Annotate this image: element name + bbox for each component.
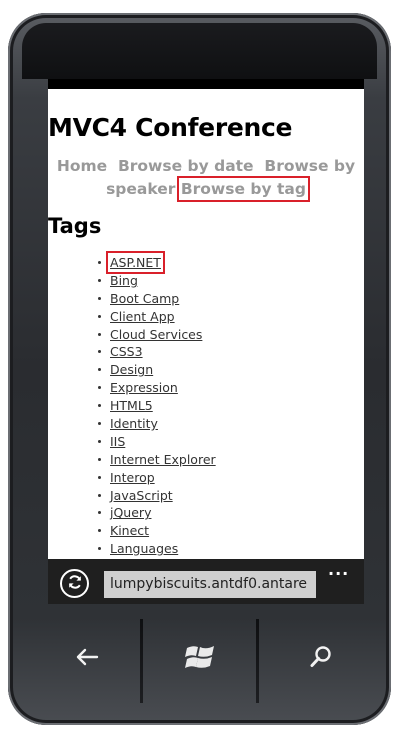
refresh-icon <box>66 573 84 595</box>
tag-link[interactable]: Expression <box>110 380 178 395</box>
list-item: Cloud Services <box>96 326 216 344</box>
tag-link[interactable]: Internet Explorer <box>110 452 216 467</box>
list-item: Kinect <box>96 522 216 540</box>
list-item: Boot Camp <box>96 290 216 308</box>
tag-link[interactable]: Interop <box>110 470 155 485</box>
list-item: Bing <box>96 272 216 290</box>
tag-link[interactable]: CSS3 <box>110 344 143 359</box>
ellipsis-icon: ... <box>328 560 350 579</box>
tag-link[interactable]: Kinect <box>110 523 149 538</box>
list-item: IIS <box>96 433 216 451</box>
web-page[interactable]: MVC4 Conference Home Browse by date Brow… <box>48 89 364 559</box>
phone-top-bezel <box>22 23 377 79</box>
list-item: JavaScript <box>96 487 216 505</box>
tag-link[interactable]: IIS <box>110 434 125 449</box>
phone-screen: MVC4 Conference Home Browse by date Brow… <box>48 79 364 604</box>
nav-home-link[interactable]: Home <box>57 157 107 175</box>
main-nav: Home Browse by date Browse by speaker Br… <box>48 155 364 202</box>
back-arrow-icon <box>75 647 99 671</box>
tag-link[interactable]: HTML5 <box>110 398 153 413</box>
windows-logo-icon <box>184 643 216 675</box>
list-item: jQuery <box>96 504 216 522</box>
tag-link[interactable]: JavaScript <box>110 488 173 503</box>
more-button[interactable]: ... <box>328 560 349 579</box>
hardware-button-bar <box>22 619 377 711</box>
tag-link[interactable]: Client App <box>110 309 175 324</box>
start-button[interactable] <box>180 639 220 679</box>
nav-browse-by-tag-link[interactable]: Browse by tag <box>176 176 310 202</box>
list-item: Internet Explorer <box>96 451 216 469</box>
list-item: ASP.NET <box>96 251 216 274</box>
tag-link[interactable]: jQuery <box>110 505 151 520</box>
tag-link[interactable]: Bing <box>110 273 138 288</box>
tag-link[interactable]: Design <box>110 362 153 377</box>
tag-link[interactable]: Cloud Services <box>110 327 202 342</box>
refresh-button[interactable] <box>60 569 89 598</box>
list-item: Design <box>96 361 216 379</box>
hardware-divider <box>256 619 259 703</box>
browser-address-bar: lumpybiscuits.antdf0.antare ... <box>48 559 364 604</box>
tag-link[interactable]: Languages <box>110 541 178 556</box>
tag-list: ASP.NET Bing Boot Camp Client App Cloud … <box>96 251 216 558</box>
list-item: Identity <box>96 415 216 433</box>
list-item: HTML5 <box>96 397 216 415</box>
list-item: Client App <box>96 308 216 326</box>
nav-browse-by-date-link[interactable]: Browse by date <box>118 157 254 175</box>
search-button[interactable] <box>301 639 341 679</box>
search-icon <box>309 645 333 673</box>
site-title: MVC4 Conference <box>48 113 293 142</box>
back-button[interactable] <box>67 639 107 679</box>
hardware-divider <box>140 619 143 703</box>
url-input[interactable]: lumpybiscuits.antdf0.antare <box>104 571 316 598</box>
list-item: CSS3 <box>96 343 216 361</box>
phone-body: MVC4 Conference Home Browse by date Brow… <box>8 13 391 725</box>
tag-link[interactable]: ASP.NET <box>106 251 165 274</box>
tag-link[interactable]: Identity <box>110 416 158 431</box>
tag-link[interactable]: Boot Camp <box>110 291 179 306</box>
list-item: Expression <box>96 379 216 397</box>
tags-heading: Tags <box>48 214 102 238</box>
list-item: Languages <box>96 540 216 558</box>
list-item: Interop <box>96 469 216 487</box>
